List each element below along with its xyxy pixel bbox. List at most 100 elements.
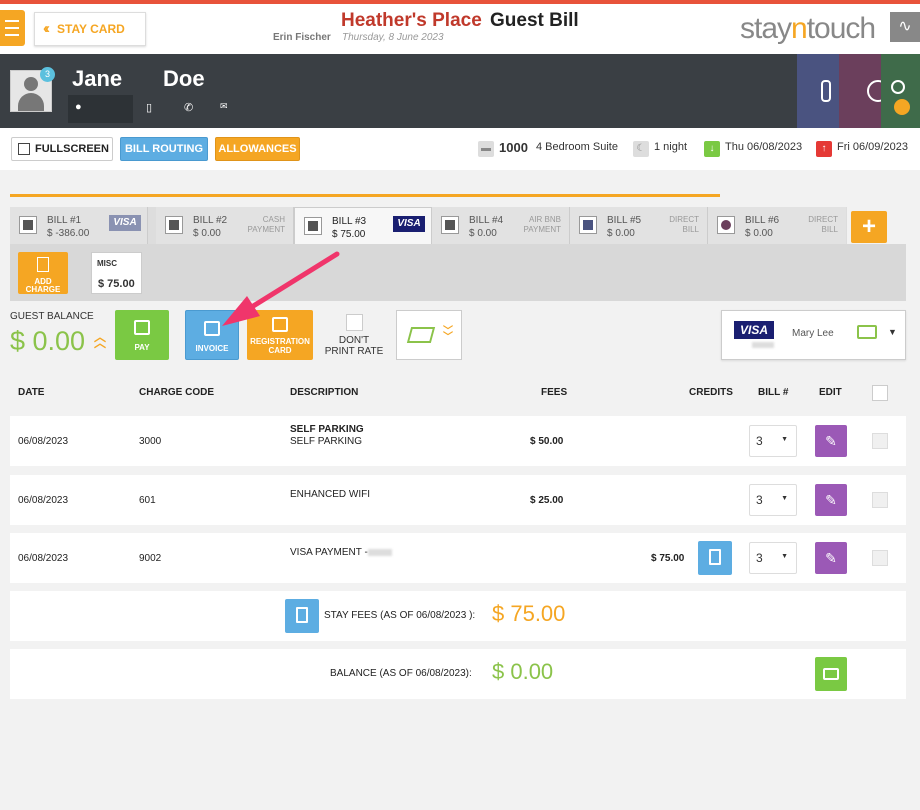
edit-button[interactable]: ✎ <box>815 484 847 516</box>
pay-balance-button[interactable] <box>815 657 847 691</box>
row-fees: $ 50.00 <box>530 436 564 447</box>
moon-icon: ☾ <box>633 141 649 157</box>
bill-number-select[interactable]: 3 ▼ <box>749 542 797 574</box>
stay-card-button[interactable]: ‹‹ STAY CARD <box>34 12 146 46</box>
row-date: 06/08/2023 <box>18 436 69 447</box>
row-description: SELF PARKING <box>290 424 364 435</box>
fullscreen-button[interactable]: FULLSCREEN <box>11 137 113 161</box>
guest-first-name: Jane <box>72 66 123 91</box>
arrival-date: Thu 06/08/2023 <box>725 141 803 153</box>
avatar <box>304 217 322 235</box>
registration-card-button[interactable]: REGISTRATION CARD <box>247 310 313 360</box>
tab-bill-3[interactable]: BILL #3 $ 75.00 VISA <box>294 207 432 245</box>
add-bill-button[interactable]: + <box>851 211 887 243</box>
guest-balance-value: $ 0.00 <box>10 326 86 356</box>
building-icon <box>579 216 597 234</box>
allowances-button[interactable]: ALLOWANCES <box>215 137 300 161</box>
avatar <box>19 216 37 234</box>
bill-number-select[interactable]: 3 ▼ <box>749 425 797 457</box>
bill-routing-button[interactable]: BILL ROUTING <box>120 137 208 161</box>
vip-badge: 3 <box>40 67 55 82</box>
avatar <box>441 216 459 234</box>
page-title: Guest Bill <box>490 10 579 31</box>
row-date: 06/08/2023 <box>18 495 69 506</box>
row-fees: $ 25.00 <box>530 495 564 506</box>
pencil-icon: ✎ <box>825 433 837 449</box>
globe-icon[interactable] <box>839 54 889 128</box>
tab-bill-2[interactable]: BILL #2 $ 0.00 CASH PAYMENT <box>156 207 294 244</box>
caret-down-icon: ▼ <box>888 327 897 337</box>
check-icon <box>406 327 436 343</box>
add-charge-button[interactable]: ADD CHARGE <box>18 252 68 294</box>
masked-card-number <box>368 549 392 556</box>
receipt-button[interactable] <box>698 541 732 575</box>
phone-icon[interactable]: ✆ <box>184 101 193 114</box>
dont-print-rate-label: DON'T PRINT RATE <box>324 335 384 357</box>
col-credits: CREDITS <box>689 387 733 398</box>
col-charge-code: CHARGE CODE <box>139 387 215 398</box>
progress-bar <box>10 194 720 197</box>
chevron-up-icon[interactable]: ︿ ︿ <box>94 331 106 349</box>
building-icon[interactable] <box>797 54 839 128</box>
bill-number-select[interactable]: 3 ▼ <box>749 484 797 516</box>
mobile-icon[interactable]: ▯ <box>146 101 152 114</box>
tab-bill-6[interactable]: BILL #6 $ 0.00 DIRECT BILL <box>708 207 846 244</box>
row-code: 601 <box>139 495 156 506</box>
dont-print-rate-checkbox[interactable] <box>346 314 363 331</box>
fullscreen-icon <box>18 143 30 155</box>
charges-panel <box>10 244 906 301</box>
row-checkbox[interactable] <box>872 433 888 449</box>
user-name: Erin Fischer <box>273 32 331 43</box>
row-checkbox[interactable] <box>872 492 888 508</box>
printer-icon <box>272 317 288 332</box>
pay-button[interactable]: PAY <box>115 310 169 360</box>
email-icon[interactable]: ✉ <box>220 101 228 112</box>
row-date: 06/08/2023 <box>18 553 69 564</box>
receipt-icon <box>296 607 308 623</box>
edit-button[interactable]: ✎ <box>815 542 847 574</box>
misc-charge-card[interactable]: MISC $ 75.00 <box>91 252 142 294</box>
menu-icon[interactable] <box>0 10 25 46</box>
search-icon[interactable] <box>894 99 910 115</box>
caret-down-icon: ▼ <box>781 553 788 560</box>
departure-date: Fri 06/09/2023 <box>837 141 908 153</box>
business-date: Thursday, 8 June 2023 <box>342 32 444 43</box>
row-code: 9002 <box>139 553 162 564</box>
row-checkbox[interactable] <box>872 550 888 566</box>
preferences-icon[interactable] <box>881 54 920 128</box>
tab-bill-1[interactable]: BILL #1 $ -386.00 VISA <box>10 207 148 244</box>
payment-card-selector[interactable]: VISA Mary Lee ▼ <box>721 310 906 360</box>
visa-icon: VISA <box>109 215 141 231</box>
stay-fees-label: STAY FEES (AS OF 06/08/2023 ): <box>324 610 476 621</box>
invoice-button[interactable]: INVOICE <box>185 310 239 360</box>
caret-down-icon: ▼ <box>781 495 788 502</box>
caret-down-icon: ▼ <box>781 436 788 443</box>
card-holder-name: Mary Lee <box>792 328 834 339</box>
col-edit: EDIT <box>819 387 842 398</box>
nights: 1 night <box>654 141 688 153</box>
room-number: 1000 <box>499 140 528 155</box>
visa-icon: VISA <box>734 321 774 339</box>
location-pin-icon: ● <box>75 101 82 113</box>
row-description: ENHANCED WIFI <box>290 489 370 500</box>
col-description: DESCRIPTION <box>290 387 359 398</box>
masked-card-number <box>752 342 774 348</box>
edit-button[interactable]: ✎ <box>815 425 847 457</box>
guest-last-name: Doe <box>163 66 205 91</box>
row-description: VISA PAYMENT - <box>290 547 368 558</box>
chevron-down-icon: ﹀ ﹀ <box>443 326 453 343</box>
stay-card-label: STAY CARD <box>57 22 125 36</box>
bed-icon: ▬ <box>478 141 494 157</box>
tab-bill-4[interactable]: BILL #4 $ 0.00 AIR BNB PAYMENT <box>432 207 570 244</box>
select-all-checkbox[interactable] <box>872 385 888 401</box>
pencil-icon: ✎ <box>825 492 837 508</box>
tab-bill-5[interactable]: BILL #5 $ 0.00 DIRECT BILL <box>570 207 708 244</box>
check-payment-button[interactable]: ﹀ ﹀ <box>396 310 462 360</box>
visa-icon: VISA <box>393 216 425 232</box>
row-subdescription: SELF PARKING <box>290 436 363 447</box>
receipt-button[interactable] <box>285 599 319 633</box>
wallet-icon <box>823 668 839 680</box>
avatar <box>165 216 183 234</box>
activity-icon[interactable]: ∿ <box>890 12 920 42</box>
guest-balance-label: GUEST BALANCE <box>10 311 94 322</box>
